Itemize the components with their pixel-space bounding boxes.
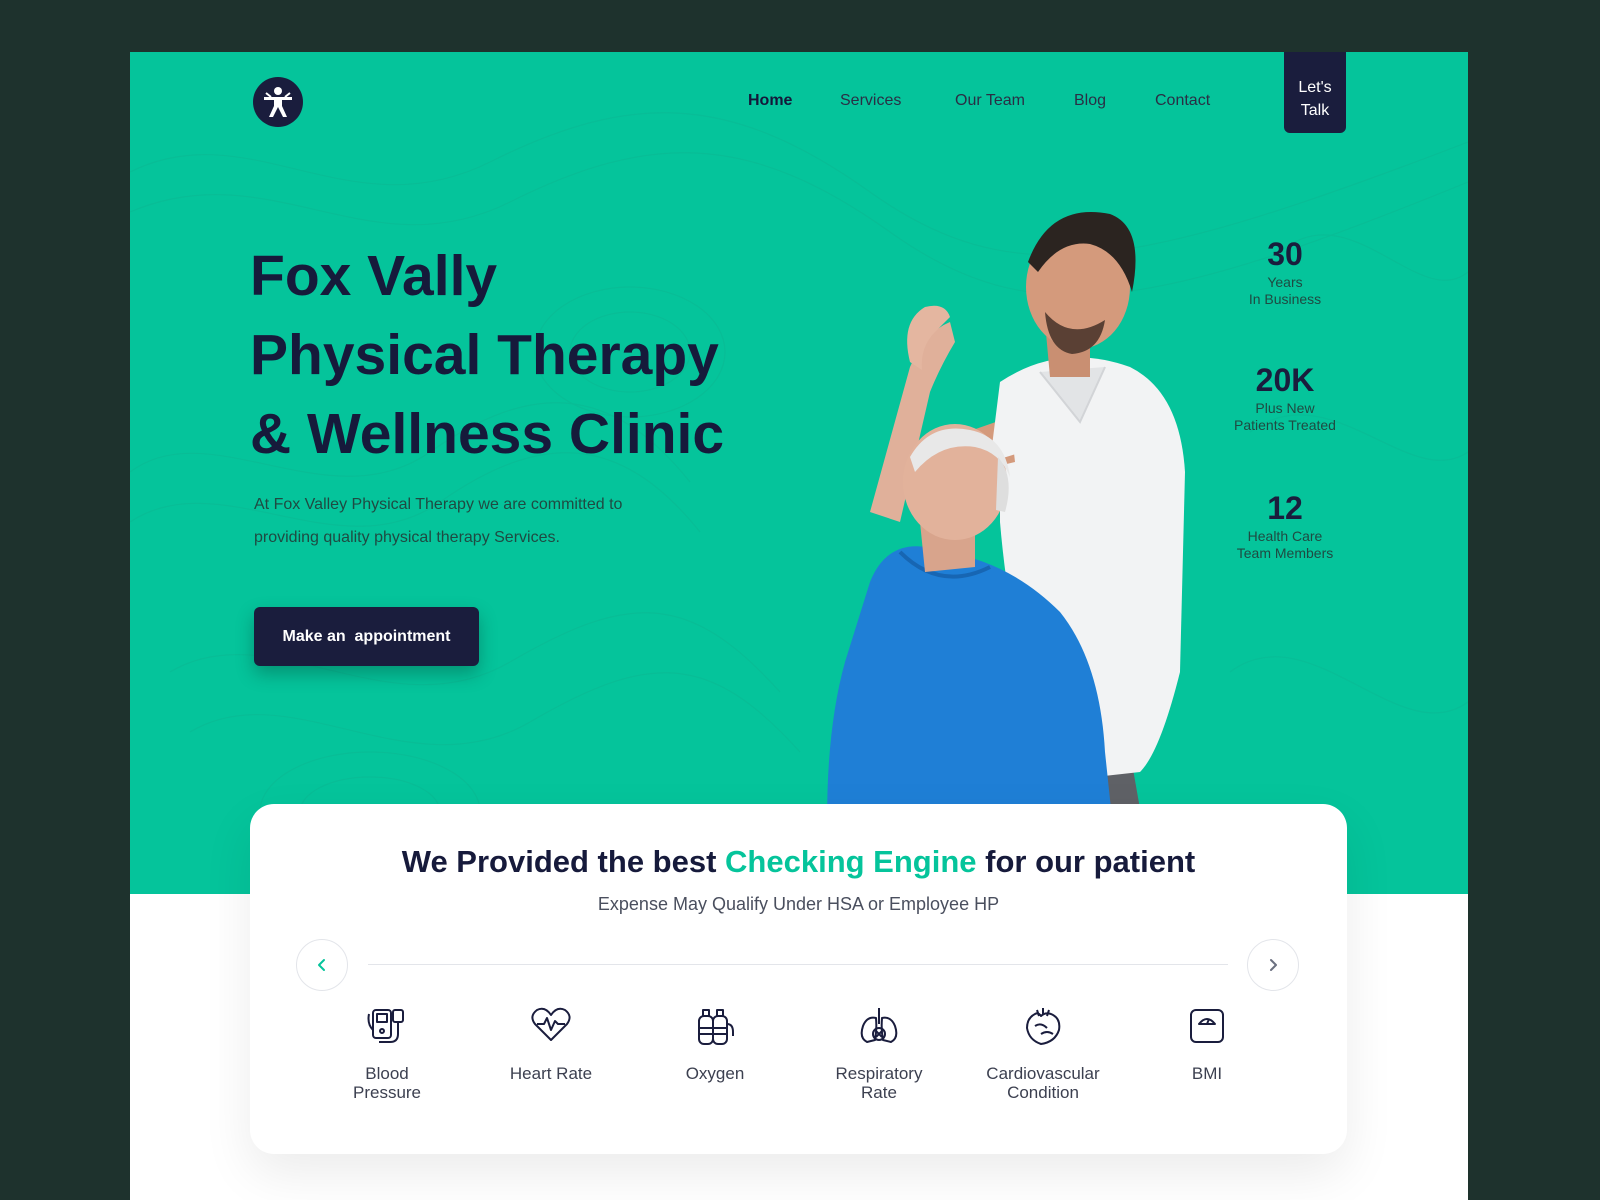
carousel-prev-button[interactable] (296, 939, 348, 991)
title-accent: Checking Engine (725, 844, 977, 879)
hero-title: Fox Vally Physical Therapy & Wellness Cl… (250, 237, 770, 474)
heart-organ-icon (1026, 1008, 1061, 1045)
oxygen-tank-icon (698, 1009, 734, 1045)
chevron-right-icon (1270, 959, 1277, 971)
blood-pressure-icon (367, 1009, 404, 1043)
hero-title-line-2: Physical Therapy (250, 323, 719, 387)
title-after: for our patient (976, 844, 1196, 879)
metric-oxygen[interactable]: Oxygen (640, 1004, 790, 1083)
title-before: We Provided the best (401, 844, 726, 879)
checking-engine-subtitle: Expense May Qualify Under HSA or Employe… (597, 894, 1000, 914)
vitruvian-figure-icon (264, 87, 292, 117)
metric-bmi[interactable]: BMI (1132, 1004, 1282, 1083)
lungs-icon (860, 1008, 898, 1043)
make-appointment-label: Make an appointment (282, 627, 451, 645)
metric-respiratory-rate[interactable]: Respiratory Rate (804, 1004, 954, 1102)
metric-cardiovascular[interactable]: Cardiovascular Condition (968, 1004, 1118, 1102)
hero-title-line-3: & Wellness Clinic (250, 402, 725, 466)
nav-contact[interactable]: Contact (1155, 92, 1210, 110)
nav-our-team[interactable]: Our Team (955, 92, 1025, 110)
therapy-photo (827, 212, 1185, 894)
metric-heart-rate[interactable]: Heart Rate (476, 1004, 626, 1083)
stat-team: 12 Health Care Team Members (1215, 488, 1355, 562)
nav-services[interactable]: Services (840, 92, 901, 110)
hero-section: Home Services Our Team Blog Contact Let'… (130, 52, 1468, 894)
stat-team-value: 12 (1267, 490, 1303, 526)
metric-blood-pressure-label: Blood Pressure (352, 1064, 422, 1102)
stat-patients: 20K Plus New Patients Treated (1215, 360, 1355, 434)
metric-cardiovascular-label: Cardiovascular Condition (986, 1064, 1100, 1102)
metric-oxygen-label: Oxygen (685, 1064, 745, 1083)
make-appointment-button[interactable]: Make an appointment (254, 607, 479, 666)
nav-blog[interactable]: Blog (1074, 92, 1106, 110)
metric-bmi-label: BMI (1191, 1064, 1223, 1083)
metric-heart-rate-label: Heart Rate (509, 1064, 593, 1083)
metric-blood-pressure[interactable]: Blood Pressure (312, 1004, 462, 1102)
lets-talk-label: Let's Talk (1298, 79, 1332, 119)
stat-years: 30 Years In Business (1215, 234, 1355, 308)
heart-rate-icon (531, 1007, 571, 1041)
lets-talk-button[interactable]: Let's Talk (1284, 52, 1346, 133)
stat-patients-value: 20K (1255, 362, 1315, 398)
weight-scale-icon (1190, 1009, 1224, 1043)
stat-years-value: 30 (1267, 236, 1303, 272)
stat-patients-label: Plus New Patients Treated (1234, 400, 1336, 433)
clinic-logo[interactable] (253, 77, 303, 127)
page-frame: Home Services Our Team Blog Contact Let'… (130, 52, 1468, 1200)
nav-home[interactable]: Home (748, 92, 792, 110)
checking-engine-title: We Provided the best Checking Engine for… (250, 844, 1347, 880)
chevron-left-icon (318, 959, 325, 971)
metric-respiratory-rate-label: Respiratory Rate (835, 1064, 923, 1102)
checking-engine-card: We Provided the best Checking Engine for… (250, 804, 1347, 1154)
stat-team-label: Health Care Team Members (1236, 528, 1334, 561)
hero-title-line-1: Fox Vally (250, 244, 498, 308)
carousel-next-button[interactable] (1247, 939, 1299, 991)
carousel-track (368, 964, 1228, 965)
hero-description: At Fox Valley Physical Therapy we are co… (254, 496, 623, 546)
stat-years-label: Years In Business (1248, 274, 1322, 307)
